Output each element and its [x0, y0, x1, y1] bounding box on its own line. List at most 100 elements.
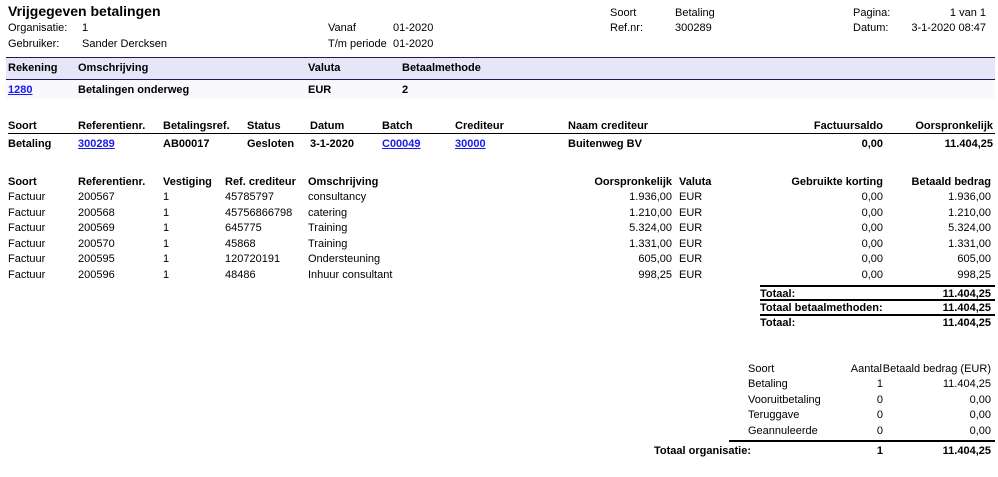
user-label: Gebruiker: [8, 38, 60, 50]
summary-cell: 0 [876, 424, 883, 437]
invoice-cell: Factuur [8, 206, 46, 219]
invoice-cell: EUR [679, 237, 703, 250]
summary-cell: 0,00 [969, 393, 991, 406]
summary-col-header: Betaald bedrag (EUR) [882, 363, 991, 375]
payment-col-header: Datum [310, 120, 345, 132]
invoice-cell: 45756866798 [225, 206, 293, 219]
summary-line [729, 440, 995, 442]
col-valuta: Valuta [308, 62, 341, 74]
payment-col-header: Betalingsref. [163, 120, 230, 132]
invoice-cell: 1 [163, 206, 170, 219]
invoice-col-header: Oorspronkelijk [594, 176, 672, 188]
payment-col-header: Factuursaldo [813, 120, 883, 132]
invoice-cell: 1 [163, 222, 170, 234]
total-value: 11.404,25 [942, 288, 991, 300]
invoice-cell: 1 [163, 191, 170, 203]
account-currency: EUR [308, 84, 332, 96]
invoice-cell: 0,00 [861, 268, 883, 281]
invoice-cell: 0,00 [861, 206, 883, 219]
user-value: Sander Dercksen [82, 38, 167, 50]
payment-link[interactable]: C00049 [382, 138, 421, 151]
invoice-cell: 0,00 [861, 237, 883, 250]
invoice-cell: 45868 [225, 237, 256, 250]
invoice-col-header: Ref. crediteur [225, 176, 296, 188]
invoice-cell: 120720191 [225, 253, 281, 265]
invoice-cell: 0,00 [861, 222, 883, 234]
total-value: 11.404,25 [942, 302, 991, 314]
invoice-cell: 998,25 [638, 268, 672, 281]
invoice-cell: 1.331,00 [629, 237, 672, 250]
invoice-cell: Training [308, 222, 348, 234]
invoice-col-header: Referentienr. [78, 176, 146, 188]
payment-col-header: Oorspronkelijk [915, 120, 993, 132]
invoice-cell: EUR [679, 206, 703, 219]
invoice-cell: Ondersteuning [308, 253, 381, 265]
summary-cell: Betaling [748, 378, 788, 390]
invoice-cell: Factuur [8, 191, 46, 203]
invoice-col-header: Omschrijving [308, 176, 379, 188]
invoice-cell: EUR [679, 191, 703, 203]
invoice-cell: 1 [163, 237, 170, 250]
invoice-cell: 5.324,00 [629, 222, 672, 234]
payment-link[interactable]: 300289 [78, 138, 115, 151]
org-total-value: 11.404,25 [942, 445, 991, 457]
invoice-cell: Inhuur consultant [308, 268, 393, 281]
payment-col-header: Status [247, 120, 281, 132]
payment-col-header: Referentienr. [78, 120, 146, 132]
to-value: 01-2020 [393, 38, 434, 50]
payment-cell: 0,00 [861, 138, 883, 150]
soort-value: Betaling [675, 7, 715, 19]
soort-label: Soort [610, 7, 637, 19]
invoice-cell: 200595 [78, 253, 115, 265]
invoice-cell: 48486 [225, 268, 256, 281]
invoice-cell: 45785797 [225, 191, 274, 203]
invoice-col-header: Gebruikte korting [791, 176, 883, 188]
payment-cell: Betaling [8, 138, 52, 150]
page-value: 1 van 1 [949, 7, 986, 19]
payment-cell: Gesloten [247, 138, 295, 150]
summary-cell: 11.404,25 [942, 378, 991, 390]
invoice-cell: 1 [163, 253, 170, 265]
account-method: 2 [402, 84, 409, 96]
date-value: 3-1-2020 08:47 [911, 22, 986, 34]
invoice-cell: 605,00 [957, 253, 991, 265]
org-value: 1 [82, 22, 89, 34]
org-label: Organisatie: [8, 22, 68, 34]
page-label: Pagina: [853, 7, 891, 19]
invoice-cell: 645775 [225, 222, 262, 234]
payment-cell: AB00017 [163, 138, 210, 150]
invoice-cell: 1.210,00 [629, 206, 672, 219]
invoice-cell: 200570 [78, 237, 115, 250]
invoice-cell: catering [308, 206, 348, 219]
col-rekening: Rekening [8, 62, 58, 74]
invoice-cell: 200567 [78, 191, 115, 203]
page-title: Vrijgegeven betalingen [8, 3, 161, 19]
invoice-cell: 0,00 [861, 191, 883, 203]
payment-divider [8, 133, 995, 134]
invoice-cell: EUR [679, 253, 703, 265]
summary-cell: 0,00 [969, 424, 991, 437]
org-total-label: Totaal organisatie: [654, 445, 751, 457]
summary-cell: 0 [876, 409, 883, 421]
invoice-cell: Factuur [8, 237, 46, 250]
col-omschrijving: Omschrijving [78, 62, 149, 74]
account-description: Betalingen onderweg [78, 84, 190, 96]
invoice-cell: EUR [679, 222, 703, 234]
invoice-col-header: Vestiging [163, 176, 212, 188]
invoice-cell: 605,00 [638, 253, 672, 265]
invoice-cell: 0,00 [861, 253, 883, 265]
org-total-count: 1 [876, 445, 883, 457]
payment-col-header: Batch [382, 120, 413, 132]
summary-cell: Geannuleerde [748, 424, 818, 437]
invoice-cell: 200596 [78, 268, 115, 281]
invoice-cell: 200569 [78, 222, 115, 234]
invoice-cell: EUR [679, 268, 703, 281]
summary-cell: 0 [876, 393, 883, 406]
ref-value: 300289 [675, 22, 712, 34]
account-link[interactable]: 1280 [8, 84, 32, 97]
invoice-cell: Factuur [8, 253, 46, 265]
payment-link[interactable]: 30000 [455, 138, 486, 151]
date-label: Datum: [853, 22, 889, 34]
payment-cell: 3-1-2020 [310, 138, 355, 150]
payment-col-header: Naam crediteur [568, 120, 649, 132]
